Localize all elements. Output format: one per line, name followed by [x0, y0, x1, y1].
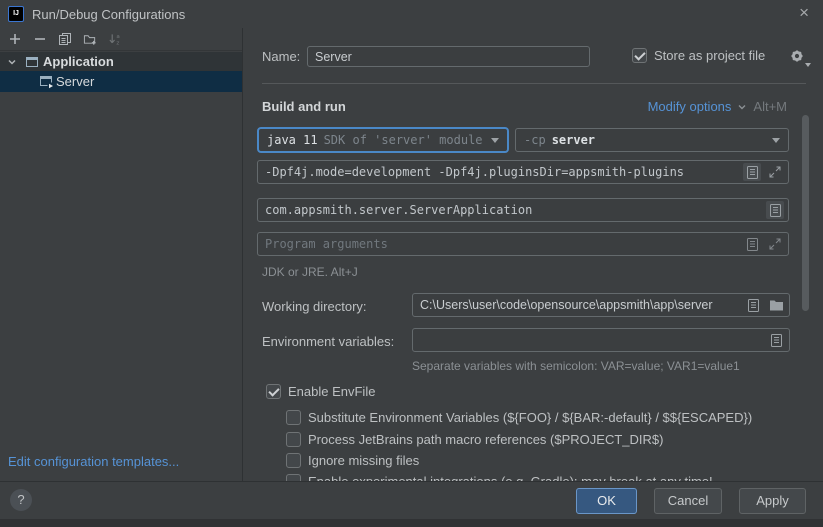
edit-configuration-templates-link[interactable]: Edit configuration templates...	[8, 454, 179, 469]
cp-module-value: server	[552, 133, 595, 147]
checkbox-checked	[632, 48, 647, 63]
section-divider	[262, 83, 806, 84]
intellij-logo-icon: IJ	[8, 6, 24, 22]
tree-group-label: Application	[43, 54, 114, 69]
environment-variables-input[interactable]	[412, 328, 790, 352]
browse-folder-icon[interactable]	[767, 296, 785, 314]
vm-options-input[interactable]	[257, 160, 789, 184]
process-path-macros-checkbox[interactable]: Process JetBrains path macro references …	[286, 432, 663, 447]
cancel-button[interactable]: Cancel	[654, 488, 722, 514]
svg-text:z: z	[116, 41, 119, 46]
jdk-hint-text: JDK or JRE. Alt+J	[262, 265, 358, 279]
name-label: Name:	[262, 49, 300, 64]
experimental-integrations-label: Enable experimental integrations (e.g. G…	[308, 474, 713, 481]
copy-configuration-button[interactable]	[58, 32, 72, 46]
main-class-input[interactable]	[257, 198, 789, 222]
minus-icon	[33, 32, 47, 46]
expand-editor-icon[interactable]	[766, 201, 784, 219]
dialog-title: Run/Debug Configurations	[32, 7, 185, 22]
sidebar-toolbar: a z	[0, 28, 242, 51]
environment-variables-hint: Separate variables with semicolon: VAR=v…	[412, 359, 740, 373]
caret-down-icon	[805, 63, 811, 67]
vertical-scrollbar[interactable]	[802, 115, 809, 311]
configurations-sidebar: a z Application Server Edit configuratio…	[0, 28, 242, 481]
modify-options-group: Modify options Alt+M	[648, 99, 787, 114]
enable-envfile-label: Enable EnvFile	[288, 384, 375, 399]
gear-icon	[789, 48, 805, 64]
chevron-down-icon	[7, 57, 17, 67]
checkbox-unchecked	[286, 453, 301, 468]
program-arguments-input[interactable]	[257, 232, 789, 256]
substitute-env-vars-checkbox[interactable]: Substitute Environment Variables (${FOO}…	[286, 410, 752, 425]
expand-window-icon[interactable]	[766, 235, 784, 253]
new-folder-button[interactable]	[83, 32, 97, 46]
background-window-edge	[0, 519, 823, 527]
jdk-combo-box[interactable]: java 11 SDK of 'server' module	[257, 127, 509, 153]
expand-editor-icon[interactable]	[744, 296, 762, 314]
copy-icon	[58, 32, 72, 46]
combo-arrow-icon	[772, 138, 780, 143]
combo-arrow-icon	[491, 138, 499, 143]
classpath-combo-box[interactable]: -cp server	[515, 128, 789, 152]
checkbox-unchecked	[286, 474, 301, 481]
apply-button[interactable]: Apply	[739, 488, 806, 514]
store-settings-button[interactable]	[789, 48, 809, 66]
plus-icon	[8, 32, 22, 46]
experimental-integrations-checkbox[interactable]: Enable experimental integrations (e.g. G…	[286, 474, 713, 481]
main-class-field-wrap	[257, 198, 789, 222]
sort-az-icon: a z	[108, 32, 122, 46]
cp-flag-label: -cp	[524, 133, 546, 147]
svg-text:a: a	[116, 34, 119, 40]
working-directory-field-wrap	[412, 293, 790, 317]
new-folder-icon	[83, 32, 97, 46]
name-input[interactable]	[307, 46, 590, 67]
add-configuration-button[interactable]	[8, 32, 22, 46]
ignore-missing-files-label: Ignore missing files	[308, 453, 419, 468]
title-bar: IJ Run/Debug Configurations ×	[0, 0, 823, 28]
store-as-project-file-label: Store as project file	[654, 48, 765, 63]
process-path-macros-label: Process JetBrains path macro references …	[308, 432, 663, 447]
checkbox-checked	[266, 384, 281, 399]
build-and-run-heading: Build and run	[262, 99, 346, 114]
substitute-env-vars-label: Substitute Environment Variables (${FOO}…	[308, 410, 752, 425]
expand-editor-icon[interactable]	[743, 235, 761, 253]
tree-item-label: Server	[56, 74, 94, 89]
jdk-combo-value: java 11	[267, 133, 318, 147]
working-directory-input[interactable]	[412, 293, 790, 317]
sort-configurations-button[interactable]: a z	[108, 32, 122, 46]
store-as-project-file-checkbox[interactable]: Store as project file	[632, 48, 765, 63]
ignore-missing-files-checkbox[interactable]: Ignore missing files	[286, 453, 419, 468]
application-run-icon	[39, 74, 55, 90]
sidebar-item-server-config[interactable]: Server	[0, 71, 242, 92]
modify-options-link[interactable]: Modify options	[648, 99, 732, 114]
vm-options-field-wrap	[257, 160, 789, 184]
working-directory-label: Working directory:	[262, 299, 367, 314]
modify-options-shortcut: Alt+M	[753, 99, 787, 114]
expand-editor-icon[interactable]	[767, 331, 785, 349]
chevron-down-icon	[737, 102, 747, 112]
ok-button[interactable]: OK	[576, 488, 637, 514]
checkbox-unchecked	[286, 410, 301, 425]
expand-editor-icon[interactable]	[743, 163, 761, 181]
application-icon	[24, 54, 40, 70]
expand-window-icon[interactable]	[766, 163, 784, 181]
environment-variables-label: Environment variables:	[262, 334, 394, 349]
sidebar-item-application-group[interactable]: Application	[0, 52, 242, 71]
help-button[interactable]: ?	[10, 489, 32, 511]
close-icon[interactable]: ×	[799, 3, 809, 23]
environment-variables-field-wrap	[412, 328, 790, 352]
configuration-form: Name: Store as project file Build and ru…	[243, 28, 823, 481]
jdk-combo-suffix: SDK of 'server' module	[324, 133, 483, 147]
enable-envfile-checkbox[interactable]: Enable EnvFile	[266, 384, 375, 399]
checkbox-unchecked	[286, 432, 301, 447]
dialog-footer: OK Cancel Apply	[0, 481, 823, 519]
run-debug-configurations-dialog: IJ Run/Debug Configurations ×	[0, 0, 823, 527]
remove-configuration-button[interactable]	[33, 32, 47, 46]
program-arguments-field-wrap	[257, 232, 789, 256]
